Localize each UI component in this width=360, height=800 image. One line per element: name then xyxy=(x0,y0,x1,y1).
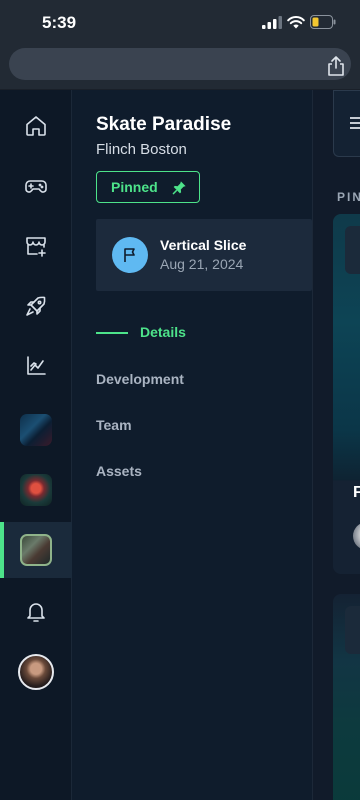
project-thumbnail-3[interactable] xyxy=(20,534,52,566)
nav-item-details[interactable]: Details xyxy=(140,324,186,340)
share-icon[interactable] xyxy=(327,56,345,76)
milestone-title: Vertical Slice xyxy=(160,237,247,253)
main-content: PIN F xyxy=(312,90,360,800)
sidebar-item-games[interactable] xyxy=(22,172,50,200)
pinned-label: Pinned xyxy=(111,179,158,195)
pin-icon xyxy=(172,180,186,194)
sidebar-item-analytics[interactable] xyxy=(22,352,50,380)
pinned-button[interactable]: Pinned xyxy=(96,171,200,203)
nav-item-team[interactable]: Team xyxy=(96,417,132,433)
active-nav-indicator xyxy=(96,332,128,334)
rocket-icon xyxy=(26,296,46,316)
sidebar-item-launch[interactable] xyxy=(22,292,50,320)
project-thumbnail-1[interactable] xyxy=(20,414,52,446)
nav-item-development[interactable]: Development xyxy=(96,371,184,387)
battery-low-icon xyxy=(310,15,336,29)
nav-item-assets[interactable]: Assets xyxy=(96,463,142,479)
wifi-icon xyxy=(287,16,305,29)
sidebar-item-home[interactable] xyxy=(22,112,50,140)
project-panel: Skate Paradise Flinch Boston Pinned Vert… xyxy=(72,90,312,800)
project-title: Skate Paradise xyxy=(96,114,232,135)
milestone-card[interactable]: Vertical Slice Aug 21, 2024 xyxy=(96,219,312,291)
active-indicator xyxy=(0,522,4,578)
menu-icon xyxy=(350,117,360,129)
card-avatar xyxy=(353,522,360,550)
project-thumbnail-2[interactable] xyxy=(20,474,52,506)
bell-icon xyxy=(27,603,45,622)
avatar[interactable] xyxy=(18,654,54,690)
pinned-card[interactable]: F xyxy=(333,214,360,574)
milestone-date: Aug 21, 2024 xyxy=(160,256,244,272)
sidebar-rail xyxy=(0,90,72,800)
project-studio: Flinch Boston xyxy=(96,141,187,158)
home-icon xyxy=(26,116,46,136)
app: Skate Paradise Flinch Boston Pinned Vert… xyxy=(0,90,360,800)
card-badge xyxy=(345,226,360,274)
section-label: PIN xyxy=(337,190,360,204)
address-bar[interactable] xyxy=(9,48,351,80)
pinned-card[interactable] xyxy=(333,594,360,800)
store-add-icon xyxy=(26,237,46,257)
sidebar-item-notifications[interactable] xyxy=(22,598,50,626)
card-title: F xyxy=(353,484,360,501)
cellular-signal-icon xyxy=(262,16,282,29)
flag-icon xyxy=(112,237,148,273)
gamepad-icon xyxy=(25,180,47,193)
status-bar: 5:39 xyxy=(0,0,360,44)
clock: 5:39 xyxy=(42,13,77,32)
sidebar-item-store[interactable] xyxy=(22,232,50,260)
chart-icon xyxy=(27,356,46,375)
card-badge xyxy=(345,606,360,654)
menu-button[interactable] xyxy=(333,90,360,157)
browser-toolbar xyxy=(0,44,360,90)
